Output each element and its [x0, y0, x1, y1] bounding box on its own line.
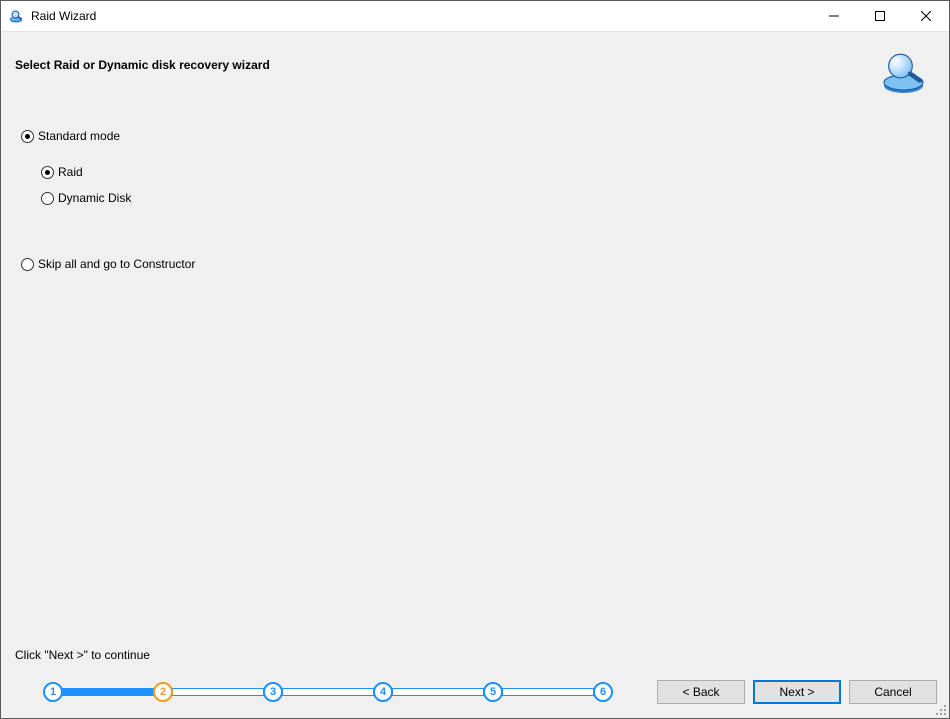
step-1: 1 — [43, 682, 63, 702]
radio-raid[interactable]: Raid — [41, 165, 929, 179]
radio-icon — [41, 192, 54, 205]
cancel-button[interactable]: Cancel — [849, 680, 937, 704]
radio-standard-mode[interactable]: Standard mode — [21, 129, 929, 143]
window: Raid Wizard Select Raid or Dynamic disk … — [0, 0, 950, 719]
step-segment — [392, 688, 484, 696]
close-button[interactable] — [903, 1, 949, 31]
step-4: 4 — [373, 682, 393, 702]
step-segment — [62, 688, 154, 696]
radio-label: Raid — [58, 165, 83, 179]
titlebar[interactable]: Raid Wizard — [1, 1, 949, 31]
minimize-button[interactable] — [811, 1, 857, 31]
radio-icon — [41, 166, 54, 179]
radio-label: Dynamic Disk — [58, 191, 131, 205]
app-icon — [9, 8, 25, 24]
step-6: 6 — [593, 682, 613, 702]
radio-icon — [21, 130, 34, 143]
content-area: Select Raid or Dynamic disk recovery wiz… — [1, 31, 949, 718]
next-button[interactable]: Next > — [753, 680, 841, 704]
window-title: Raid Wizard — [31, 9, 96, 23]
step-2: 2 — [153, 682, 173, 702]
radio-skip-constructor[interactable]: Skip all and go to Constructor — [21, 257, 929, 271]
window-controls — [811, 1, 949, 31]
step-indicator: 1 2 3 4 5 6 — [43, 681, 637, 703]
step-3: 3 — [263, 682, 283, 702]
wizard-logo-icon — [881, 48, 929, 99]
radio-label: Skip all and go to Constructor — [38, 257, 195, 271]
step-segment — [282, 688, 374, 696]
back-button[interactable]: < Back — [657, 680, 745, 704]
hint-text: Click "Next >" to continue — [15, 648, 937, 662]
radio-icon — [21, 258, 34, 271]
step-5: 5 — [483, 682, 503, 702]
maximize-button[interactable] — [857, 1, 903, 31]
page-title: Select Raid or Dynamic disk recovery wiz… — [15, 58, 270, 72]
radio-label: Standard mode — [38, 129, 120, 143]
radio-dynamic-disk[interactable]: Dynamic Disk — [41, 191, 929, 205]
step-segment — [502, 688, 594, 696]
step-segment — [172, 688, 264, 696]
resize-grip-icon[interactable] — [935, 704, 947, 716]
